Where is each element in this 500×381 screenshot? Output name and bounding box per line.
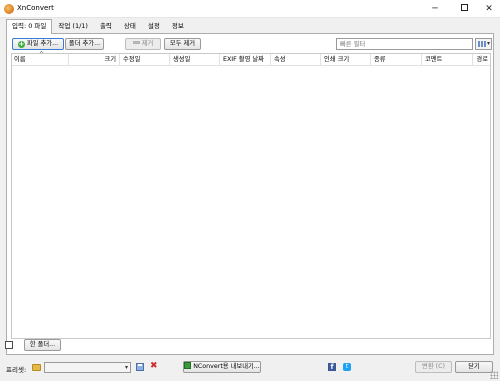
facebook-icon[interactable]: f <box>328 363 336 371</box>
grid-view-icon <box>478 41 486 47</box>
export-nconvert-button[interactable]: NConvert용 내보내기... <box>183 361 261 373</box>
one-folder-checkbox[interactable] <box>5 341 13 349</box>
delete-icon[interactable]: ✖ <box>150 361 158 371</box>
column-exif-date[interactable]: EXIF 촬영 날짜 <box>220 54 271 66</box>
tab-output[interactable]: 출력 <box>94 19 118 32</box>
column-modified[interactable]: 수정일 <box>120 54 170 66</box>
input-panel: +파일 추가... 폴더 추가... 제거 모두 제거 ▾ ^ 이름 크기 수정… <box>6 33 494 355</box>
column-print-size[interactable]: 인쇄 크기 <box>321 54 371 66</box>
add-files-label: 파일 추가... <box>26 40 59 47</box>
remove-button[interactable]: 제거 <box>125 38 161 50</box>
minimize-button[interactable]: ─ <box>422 0 448 18</box>
file-list[interactable]: ^ 이름 크기 수정일 생성일 EXIF 촬영 날짜 속성 인쇄 크기 종류 코… <box>11 51 491 339</box>
title-bar: XnConvert ─ ✕ <box>0 0 500 18</box>
save-icon[interactable] <box>136 363 144 371</box>
quick-filter-input[interactable] <box>336 38 473 50</box>
chevron-down-icon: ▾ <box>124 364 128 371</box>
preset-select[interactable]: ▾ <box>44 362 131 373</box>
column-path[interactable]: 경로 <box>473 54 490 66</box>
tab-about[interactable]: 정보 <box>166 19 190 32</box>
twitter-icon[interactable]: t <box>343 363 351 371</box>
window-title: XnConvert <box>17 4 54 12</box>
add-folder-button[interactable]: 폴더 추가... <box>65 38 104 50</box>
view-mode-dropdown[interactable]: ▾ <box>475 38 492 50</box>
close-button[interactable]: 닫기 <box>455 361 493 373</box>
plus-icon: + <box>17 40 25 48</box>
convert-button[interactable]: 변환 (C) <box>415 361 452 373</box>
maximize-icon <box>460 4 468 11</box>
maximize-button[interactable] <box>451 0 477 18</box>
tab-input[interactable]: 입력: 0 파일 <box>6 19 53 34</box>
export-label: NConvert용 내보내기... <box>193 363 260 370</box>
column-created[interactable]: 생성일 <box>170 54 220 66</box>
export-icon <box>184 362 192 369</box>
remove-all-button[interactable]: 모두 제거 <box>164 38 201 50</box>
tab-status[interactable]: 상태 <box>118 19 142 32</box>
xnconvert-logo-icon <box>4 4 14 14</box>
one-folder-button[interactable]: 한 폴더... <box>24 339 61 351</box>
preset-label: 프리셋: <box>6 366 27 374</box>
column-type[interactable]: 종류 <box>371 54 422 66</box>
column-name[interactable]: 이름 <box>12 54 69 66</box>
tab-settings[interactable]: 설정 <box>142 19 166 32</box>
folder-icon[interactable] <box>32 364 41 371</box>
add-files-button[interactable]: + 파일 추가... <box>12 38 64 50</box>
column-comment[interactable]: 코멘트 <box>422 54 473 66</box>
file-list-header: ^ 이름 크기 수정일 생성일 EXIF 촬영 날짜 속성 인쇄 크기 종류 코… <box>12 51 490 66</box>
tab-bar: 입력: 0 파일 작업 (1/1) 출력 상태 설정 정보 <box>6 19 190 34</box>
minus-icon <box>132 41 140 44</box>
resize-grip[interactable] <box>490 371 498 379</box>
remove-label: 제거 <box>141 40 154 47</box>
column-size[interactable]: 크기 <box>69 54 120 66</box>
column-attributes[interactable]: 속성 <box>271 54 321 66</box>
tab-actions[interactable]: 작업 (1/1) <box>52 19 94 32</box>
close-window-button[interactable]: ✕ <box>476 0 500 18</box>
chevron-down-icon: ▾ <box>486 40 490 47</box>
